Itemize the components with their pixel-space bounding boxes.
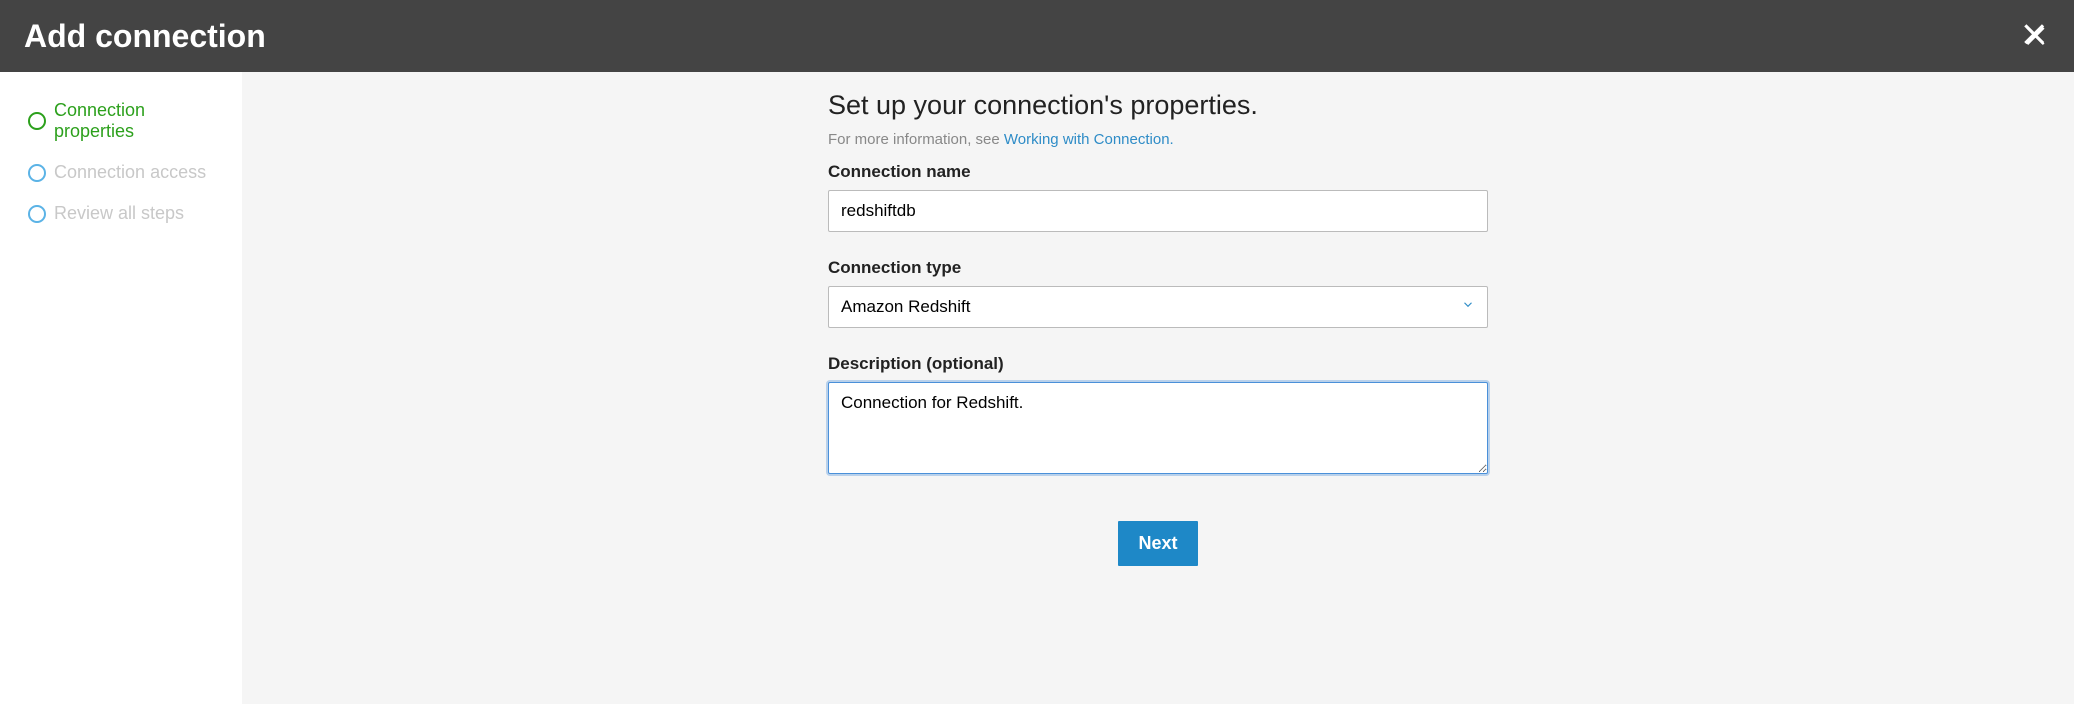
description-textarea[interactable] [828,382,1488,474]
step-circle-icon [28,112,46,130]
step-circle-icon [28,205,46,223]
dialog-body: Connection properties Connection access … [0,72,2074,704]
description-label: Description (optional) [828,354,1488,374]
form-container: Set up your connection's properties. For… [828,90,1488,566]
connection-name-input[interactable] [828,190,1488,232]
steps-sidebar: Connection properties Connection access … [0,72,242,704]
connection-type-select-wrap: Amazon Redshift [828,286,1488,328]
step-circle-icon [28,164,46,182]
connection-name-label: Connection name [828,162,1488,182]
dialog-title: Add connection [24,18,266,55]
page-title: Set up your connection's properties. [828,90,1488,121]
next-button[interactable]: Next [1118,521,1197,566]
step-connection-access[interactable]: Connection access [28,162,222,183]
description-wrap [828,382,1488,479]
connection-type-label: Connection type [828,258,1488,278]
close-icon [2022,22,2050,50]
close-button[interactable] [2022,22,2050,50]
step-review-all-steps[interactable]: Review all steps [28,203,222,224]
button-row: Next [828,521,1488,566]
step-label: Connection properties [54,100,222,142]
step-label: Connection access [54,162,206,183]
info-link[interactable]: Working with Connection. [1004,131,1174,148]
step-label: Review all steps [54,203,184,224]
main-content: Set up your connection's properties. For… [242,72,2074,704]
info-prefix: For more information, see [828,131,1004,148]
step-connection-properties[interactable]: Connection properties [28,100,222,142]
info-text: For more information, see Working with C… [828,131,1488,148]
connection-type-select[interactable]: Amazon Redshift [828,286,1488,328]
dialog-header: Add connection [0,0,2074,72]
